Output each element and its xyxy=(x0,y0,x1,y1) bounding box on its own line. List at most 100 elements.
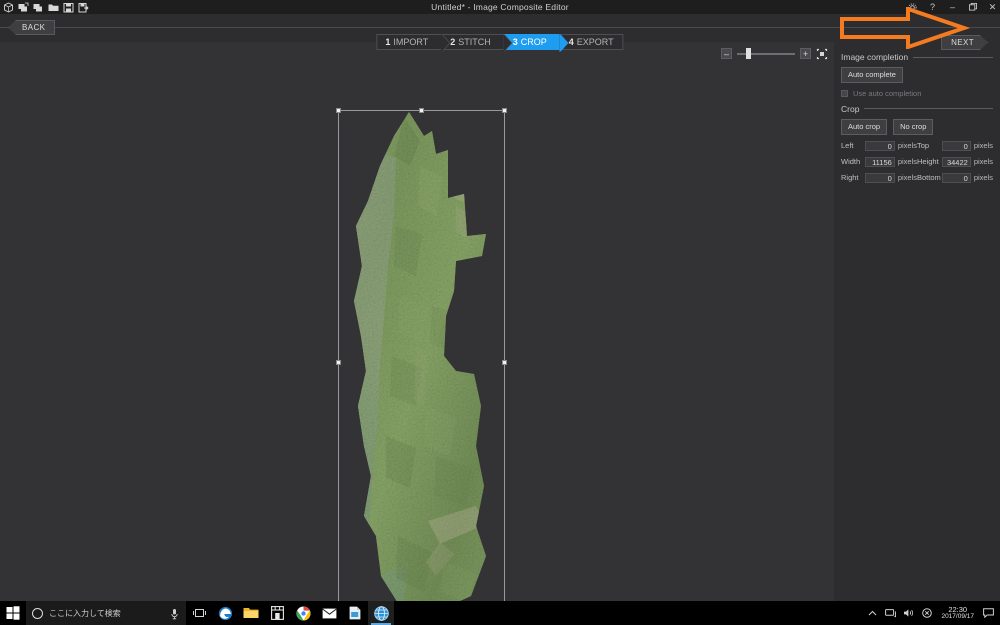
next-button[interactable]: NEXT xyxy=(941,35,988,50)
minimize-button[interactable]: – xyxy=(947,1,958,13)
crop-handle-top-right[interactable] xyxy=(502,108,507,113)
crop-left-input[interactable]: 0 xyxy=(865,140,895,151)
crop-height-label: Height xyxy=(917,157,939,166)
system-tray: 22:30 2017/09/17 xyxy=(867,601,1000,625)
crop-left-label: Left xyxy=(841,141,854,150)
crop-selection-rectangle[interactable] xyxy=(336,108,507,601)
crop-title: Crop xyxy=(841,103,860,114)
crop-fields: Left 0 pixels Top 0 pixels Width 11156 p… xyxy=(841,140,993,183)
new-panorama-icon[interactable] xyxy=(3,1,14,13)
zoom-slider-thumb[interactable] xyxy=(746,47,751,59)
application-window: Untitled* - Image Composite Editor ? – ✕… xyxy=(0,0,1000,625)
taskbar-app-image-composite-editor[interactable] xyxy=(368,601,394,625)
cortana-circle-icon xyxy=(32,607,43,619)
open-folder-icon[interactable] xyxy=(48,2,59,13)
crop-field-top: Top 0 pixels xyxy=(917,140,993,151)
taskbar-app-file-explorer[interactable] xyxy=(238,601,264,625)
close-button[interactable]: ✕ xyxy=(987,1,998,13)
microphone-icon[interactable] xyxy=(170,607,180,620)
task-view-icon[interactable] xyxy=(186,601,212,625)
crop-bottom-input[interactable]: 0 xyxy=(941,172,971,183)
taskbar-app-microsoft-store[interactable] xyxy=(264,601,290,625)
section-divider xyxy=(864,108,993,110)
notification-icon[interactable] xyxy=(983,608,994,619)
step-stitch-label: STITCH xyxy=(458,37,491,47)
volume-icon[interactable] xyxy=(903,608,914,619)
crop-height-unit: pixels xyxy=(973,157,993,166)
zoom-in-button[interactable]: + xyxy=(800,47,811,59)
taskbar-app-edge[interactable] xyxy=(212,601,238,625)
step-export-number: 4 xyxy=(568,37,574,47)
crop-right-label: Right xyxy=(841,173,859,182)
crop-section-header: Crop xyxy=(841,104,993,114)
step-export-label: EXPORT xyxy=(576,37,614,47)
step-import-label: IMPORT xyxy=(393,37,429,47)
clock[interactable]: 22:30 2017/09/17 xyxy=(941,605,974,621)
crop-width-unit: pixels xyxy=(897,157,917,166)
crop-right-unit: pixels xyxy=(897,173,917,182)
crop-handle-top-center[interactable] xyxy=(418,108,424,113)
use-auto-completion-checkbox[interactable] xyxy=(841,89,848,97)
crop-field-row: Right 0 pixels Bottom 0 pixels xyxy=(841,172,993,183)
window-title: Untitled* - Image Composite Editor xyxy=(431,2,569,12)
show-hidden-icons-chevron-icon[interactable] xyxy=(867,608,878,619)
crop-width-input[interactable]: 11156 xyxy=(865,156,895,167)
settings-gear-icon[interactable] xyxy=(907,1,918,13)
crop-handle-top-left[interactable] xyxy=(336,108,341,113)
crop-field-right: Right 0 pixels xyxy=(841,172,917,183)
no-crop-button[interactable]: No crop xyxy=(893,118,934,135)
crop-height-input[interactable]: 34422 xyxy=(941,156,971,167)
search-input[interactable]: ここに入力して検索 xyxy=(26,601,186,625)
taskbar-app-document[interactable] xyxy=(342,601,368,625)
crop-handle-middle-right[interactable] xyxy=(502,360,507,365)
crop-field-height: Height 34422 pixels xyxy=(917,156,993,167)
windows-start-icon[interactable] xyxy=(0,601,26,625)
crop-field-row: Left 0 pixels Top 0 pixels xyxy=(841,140,993,151)
network-icon[interactable] xyxy=(885,608,897,619)
image-completion-section-header: Image completion xyxy=(841,52,993,62)
zoom-out-button[interactable]: – xyxy=(721,47,732,59)
export-icon[interactable] xyxy=(78,2,89,13)
crop-field-left: Left 0 pixels xyxy=(841,140,917,151)
image-canvas[interactable]: – + xyxy=(0,42,834,601)
crop-bottom-unit: pixels xyxy=(973,173,993,182)
title-bar: Untitled* - Image Composite Editor ? – ✕ xyxy=(0,0,1000,14)
help-button[interactable]: ? xyxy=(927,1,938,13)
step-crop-number: 3 xyxy=(512,37,518,47)
step-import[interactable]: 1 IMPORT xyxy=(376,34,451,52)
use-auto-completion-row[interactable]: Use auto completion xyxy=(841,89,993,98)
import-from-video-icon[interactable] xyxy=(18,2,29,13)
zoom-slider[interactable] xyxy=(737,47,795,59)
window-controls: ? – ✕ xyxy=(907,0,998,14)
section-divider xyxy=(913,56,993,58)
crop-top-input[interactable]: 0 xyxy=(941,140,971,151)
step-bar-rule xyxy=(0,27,1000,28)
import-from-images-icon[interactable] xyxy=(33,2,44,13)
taskbar-app-chrome[interactable] xyxy=(290,601,316,625)
save-icon[interactable] xyxy=(63,2,74,13)
image-completion-title: Image completion xyxy=(841,52,909,62)
workflow-step-bar: BACK 1 IMPORT 2 STITCH 3 CROP 4 EXPORT N… xyxy=(0,14,1000,52)
crop-field-row: Width 11156 pixels Height 34422 pixels xyxy=(841,156,993,167)
properties-panel: Image completion Auto complete Use auto … xyxy=(834,42,1000,601)
fit-to-window-icon[interactable] xyxy=(816,47,828,60)
crop-buttons: Auto crop No crop xyxy=(841,118,993,135)
back-button[interactable]: BACK xyxy=(8,20,56,35)
action-center-alert-icon[interactable] xyxy=(921,608,932,619)
crop-left-unit: pixels xyxy=(897,141,917,150)
crop-handle-middle-left[interactable] xyxy=(336,360,341,365)
taskbar-app-mail[interactable] xyxy=(316,601,342,625)
auto-crop-button[interactable]: Auto crop xyxy=(841,118,888,135)
crop-width-label: Width xyxy=(841,157,861,166)
image-completion-buttons: Auto complete xyxy=(841,67,993,83)
crop-field-width: Width 11156 pixels xyxy=(841,156,917,167)
maximize-button[interactable] xyxy=(967,1,978,13)
windows-taskbar: ここに入力して検索 22:30 2017/09/17 xyxy=(0,601,1000,625)
step-export[interactable]: 4 EXPORT xyxy=(559,34,624,50)
step-stitch-number: 2 xyxy=(450,37,456,47)
title-bar-toolbar xyxy=(0,1,89,13)
workflow-steps: 1 IMPORT 2 STITCH 3 CROP 4 EXPORT xyxy=(376,34,624,52)
crop-right-input[interactable]: 0 xyxy=(865,172,895,183)
step-stitch[interactable]: 2 STITCH xyxy=(441,34,513,52)
auto-complete-button[interactable]: Auto complete xyxy=(841,67,903,83)
